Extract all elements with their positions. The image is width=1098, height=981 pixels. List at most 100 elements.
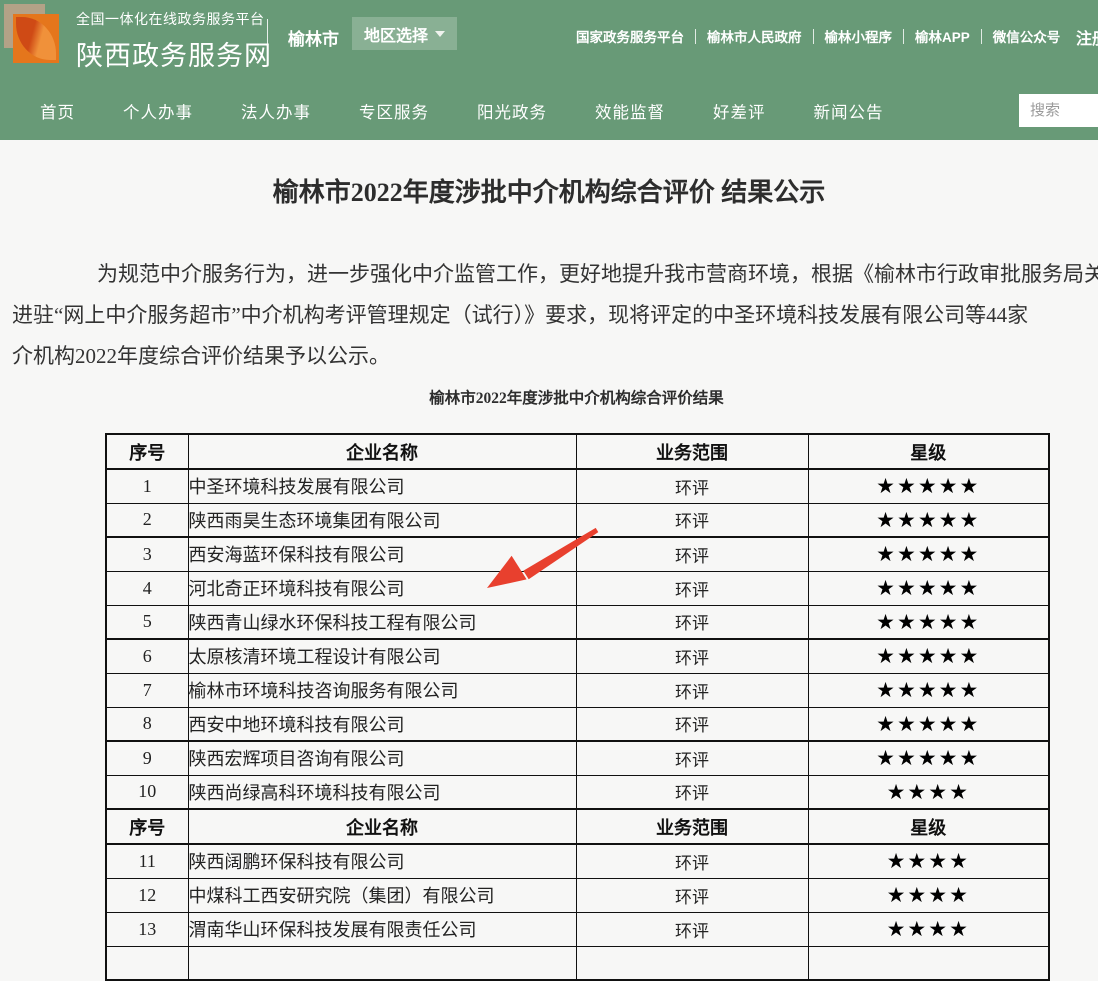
table-caption: 榆林市2022年度涉批中介机构综合评价结果 xyxy=(105,386,1048,408)
header-link[interactable]: 榆林市人民政府 xyxy=(707,26,802,46)
star-rating: ★★★★★ xyxy=(808,673,1049,707)
table-header-cell: 企业名称 xyxy=(188,809,576,844)
table-cell: 13 xyxy=(106,912,188,946)
evaluation-table: 序号企业名称业务范围星级1中圣环境科技发展有限公司环评★★★★★2陕西雨昊生态环… xyxy=(105,433,1050,981)
table-cell: 陕西雨昊生态环境集团有限公司 xyxy=(188,503,576,537)
platform-subtitle: 全国一体化在线政务服务平台 xyxy=(76,9,272,29)
table-row xyxy=(106,946,1049,980)
star-rating: ★★★★★ xyxy=(808,571,1049,605)
header-link[interactable]: 榆林APP xyxy=(915,26,970,46)
table-header-row: 序号企业名称业务范围星级 xyxy=(106,809,1049,844)
header-link-separator xyxy=(813,29,814,44)
table-header-row: 序号企业名称业务范围星级 xyxy=(106,434,1049,469)
chevron-down-icon xyxy=(435,31,445,37)
nav-item[interactable]: 专区服务 xyxy=(359,99,429,123)
table-header-cell: 序号 xyxy=(106,434,188,469)
table-cell: 环评 xyxy=(576,537,808,571)
table-header-cell: 序号 xyxy=(106,809,188,844)
table-header-cell: 星级 xyxy=(808,809,1049,844)
table-row: 4河北奇正环境科技有限公司环评★★★★★ xyxy=(106,571,1049,605)
table-cell: 5 xyxy=(106,605,188,639)
table-cell: 8 xyxy=(106,707,188,741)
header-link[interactable]: 国家政务服务平台 xyxy=(576,26,684,46)
table-cell: 6 xyxy=(106,639,188,673)
nav-item[interactable]: 好差评 xyxy=(713,99,766,123)
page-title: 榆林市2022年度涉批中介机构综合评价 结果公示 xyxy=(0,172,1098,209)
star-rating: ★★★★ xyxy=(808,878,1049,912)
table-cell: 环评 xyxy=(576,912,808,946)
table-cell: 太原核清环境工程设计有限公司 xyxy=(188,639,576,673)
table-header-cell: 业务范围 xyxy=(576,434,808,469)
nav-items: 首页 个人办事 法人办事 专区服务 阳光政务 效能监督 好差评 新闻公告 xyxy=(40,82,932,140)
table-header-cell: 企业名称 xyxy=(188,434,576,469)
header-link-separator xyxy=(903,29,904,44)
table-row: 10陕西尚绿高科环境科技有限公司环评★★★★ xyxy=(106,775,1049,809)
nav-item[interactable]: 阳光政务 xyxy=(477,99,547,123)
star-rating: ★★★★★ xyxy=(808,537,1049,571)
nav-item[interactable]: 新闻公告 xyxy=(814,99,884,123)
nav-item[interactable]: 首页 xyxy=(40,99,75,123)
star-rating: ★★★★ xyxy=(808,775,1049,809)
region-select-label: 地区选择 xyxy=(364,22,428,46)
table-row: 2陕西雨昊生态环境集团有限公司环评★★★★★ xyxy=(106,503,1049,537)
table-cell: 环评 xyxy=(576,571,808,605)
star-rating: ★★★★ xyxy=(808,844,1049,878)
header-link-separator xyxy=(981,29,982,44)
current-city-label: 榆林市 xyxy=(288,25,339,50)
table-cell: 陕西宏辉项目咨询有限公司 xyxy=(188,741,576,775)
table-cell: 环评 xyxy=(576,503,808,537)
nav-item[interactable]: 个人办事 xyxy=(123,99,193,123)
header-link[interactable]: 榆林小程序 xyxy=(825,26,893,46)
site-brand: 全国一体化在线政务服务平台 陕西政务服务网 xyxy=(76,9,272,73)
table-cell: 榆林市环境科技咨询服务有限公司 xyxy=(188,673,576,707)
table-cell: 陕西尚绿高科环境科技有限公司 xyxy=(188,775,576,809)
star-rating: ★★★★★ xyxy=(808,503,1049,537)
table-cell: 11 xyxy=(106,844,188,878)
paragraph-line: 介机构2022年度综合评价结果予以公示。 xyxy=(12,336,1098,377)
table-cell: 环评 xyxy=(576,878,808,912)
register-link[interactable]: 注册 xyxy=(1076,25,1098,49)
star-rating: ★★★★★ xyxy=(808,741,1049,775)
table-row: 3西安海蓝环保科技有限公司环评★★★★★ xyxy=(106,537,1049,571)
region-select-button[interactable]: 地区选择 xyxy=(352,17,457,50)
table-cell: 陕西青山绿水环保科技工程有限公司 xyxy=(188,605,576,639)
table-cell: 环评 xyxy=(576,741,808,775)
table-header-cell: 业务范围 xyxy=(576,809,808,844)
table-header-cell: 星级 xyxy=(808,434,1049,469)
site-header: 全国一体化在线政务服务平台 陕西政务服务网 榆林市 地区选择 国家政务服务平台 榆… xyxy=(0,0,1098,82)
table-cell: 西安中地环境科技有限公司 xyxy=(188,707,576,741)
header-link[interactable]: 微信公众号 xyxy=(993,26,1061,46)
table-row: 12中煤科工西安研究院（集团）有限公司环评★★★★ xyxy=(106,878,1049,912)
table-row: 13渭南华山环保科技发展有限责任公司环评★★★★ xyxy=(106,912,1049,946)
star-rating: ★★★★ xyxy=(808,912,1049,946)
table-row: 5陕西青山绿水环保科技工程有限公司环评★★★★★ xyxy=(106,605,1049,639)
header-divider xyxy=(267,19,268,50)
table-cell: 3 xyxy=(106,537,188,571)
table-cell: 中圣环境科技发展有限公司 xyxy=(188,469,576,503)
star-rating: ★★★★★ xyxy=(808,469,1049,503)
table-cell: 1 xyxy=(106,469,188,503)
star-rating: ★★★★★ xyxy=(808,707,1049,741)
table-cell: 环评 xyxy=(576,775,808,809)
table-cell: 9 xyxy=(106,741,188,775)
search-input[interactable] xyxy=(1019,94,1098,127)
table-cell: 中煤科工西安研究院（集团）有限公司 xyxy=(188,878,576,912)
table-cell: 环评 xyxy=(576,469,808,503)
table-row: 11陕西阔鹏环保科技有限公司环评★★★★ xyxy=(106,844,1049,878)
table-row: 7榆林市环境科技咨询服务有限公司环评★★★★★ xyxy=(106,673,1049,707)
table-cell: 环评 xyxy=(576,639,808,673)
nav-item[interactable]: 法人办事 xyxy=(241,99,311,123)
table-cell: 陕西阔鹏环保科技有限公司 xyxy=(188,844,576,878)
paragraph-line: 为规范中介服务行为，进一步强化中介监管工作，更好地提升我市营商环境，根据《榆林市… xyxy=(12,254,1098,295)
nav-item[interactable]: 效能监督 xyxy=(595,99,665,123)
table-cell xyxy=(576,946,808,980)
table-row: 9陕西宏辉项目咨询有限公司环评★★★★★ xyxy=(106,741,1049,775)
table-cell: 2 xyxy=(106,503,188,537)
announcement-paragraph: 为规范中介服务行为，进一步强化中介监管工作，更好地提升我市营商环境，根据《榆林市… xyxy=(12,254,1098,377)
table-cell: 7 xyxy=(106,673,188,707)
table-cell: 12 xyxy=(106,878,188,912)
table-cell xyxy=(188,946,576,980)
paragraph-line: 进驻“网上中介服务超市”中介机构考评管理规定（试行）》要求，现将评定的中圣环境科… xyxy=(12,295,1098,336)
star-rating: ★★★★★ xyxy=(808,639,1049,673)
table-row: 1中圣环境科技发展有限公司环评★★★★★ xyxy=(106,469,1049,503)
